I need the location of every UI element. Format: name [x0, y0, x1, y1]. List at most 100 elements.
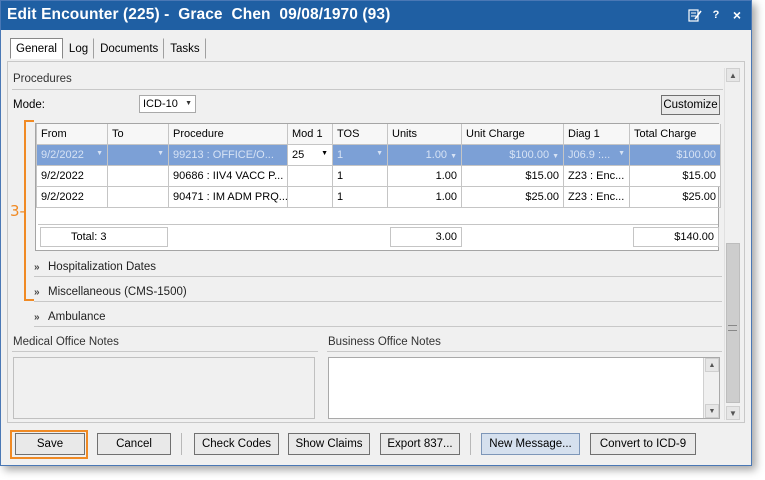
cell-to[interactable]: ▼: [107, 143, 169, 166]
cell-tos[interactable]: 1: [332, 185, 388, 208]
general-pane: Procedures Mode: ICD-10 ▼ Customize 3- F…: [7, 61, 745, 423]
cell-procedure[interactable]: 90471 : IM ADM PRQ...: [168, 185, 288, 208]
tab-log[interactable]: Log: [63, 38, 95, 59]
scroll-thumb[interactable]: [726, 243, 740, 403]
customize-button[interactable]: Customize: [661, 95, 720, 115]
mode-label: Mode:: [13, 99, 45, 111]
cell-from[interactable]: 9/2/2022 ▼: [36, 143, 108, 166]
divider: [327, 351, 722, 352]
cell-diag1[interactable]: J06.9 :... ▼: [563, 143, 630, 166]
cell-mod1[interactable]: [287, 185, 333, 208]
close-icon[interactable]: ×: [730, 8, 744, 22]
edit-notes-icon[interactable]: [688, 8, 702, 22]
mode-select-value: ICD-10: [143, 98, 178, 110]
grid-header-row: From To Procedure Mod 1 TOS Units Unit C…: [36, 124, 721, 145]
scroll-up-icon[interactable]: ▲: [705, 358, 719, 372]
export-837-button[interactable]: Export 837...: [380, 433, 460, 455]
cell-diag1[interactable]: Z23 : Enc...: [563, 185, 630, 208]
divider: [12, 89, 723, 90]
chevron-down-icon: ▼: [321, 149, 328, 157]
callout-label: 3-: [10, 202, 25, 220]
window-title: Edit Encounter (225) - Grace Chen 09/08/…: [7, 6, 391, 23]
column-header-mod1[interactable]: Mod 1: [287, 124, 333, 145]
column-header-to[interactable]: To: [107, 124, 169, 145]
chevron-down-icon: ▼: [157, 149, 164, 157]
double-chevron-down-icon: »: [34, 312, 40, 323]
medical-office-notes[interactable]: [13, 357, 315, 419]
cell-units[interactable]: 1.00: [387, 164, 462, 187]
cell-to[interactable]: [107, 164, 169, 187]
column-header-unit-charge[interactable]: Unit Charge: [461, 124, 564, 145]
cell-total-charge[interactable]: $25.00: [629, 185, 721, 208]
total-units: 3.00: [390, 227, 462, 247]
column-header-units[interactable]: Units: [387, 124, 462, 145]
column-header-total-charge[interactable]: Total Charge: [629, 124, 721, 145]
mode-select[interactable]: ICD-10 ▼: [139, 95, 196, 113]
totals-row: Total: 3 3.00 $140.00: [38, 224, 719, 248]
cell-procedure[interactable]: 90686 : IIV4 VACC P...: [168, 164, 288, 187]
divider: [470, 433, 471, 455]
convert-icd9-button[interactable]: Convert to ICD-9: [590, 433, 696, 455]
scroll-up-icon[interactable]: ▲: [726, 68, 740, 82]
section-label: Ambulance: [48, 311, 106, 323]
cell-unit-charge[interactable]: $15.00: [461, 164, 564, 187]
cell-diag1[interactable]: Z23 : Enc...: [563, 164, 630, 187]
check-codes-button[interactable]: Check Codes: [194, 433, 279, 455]
cell-unit-charge[interactable]: $100.00 ▼: [461, 143, 564, 166]
table-row[interactable]: 9/2/2022 90471 : IM ADM PRQ... 1 1.00 $2…: [36, 185, 721, 208]
button-bar: Save Cancel Check Codes Show Claims Expo…: [1, 427, 751, 465]
divider: [34, 326, 722, 327]
total-count: Total: 3: [40, 227, 168, 247]
scroll-down-icon[interactable]: ▼: [726, 406, 740, 420]
cell-mod1[interactable]: 25 ▼: [287, 143, 333, 166]
cell-unit-charge[interactable]: $25.00: [461, 185, 564, 208]
chevron-down-icon: ▼: [618, 149, 625, 157]
notes-scrollbar[interactable]: ▲ ▼: [703, 358, 719, 418]
section-label: Hospitalization Dates: [48, 261, 157, 273]
section-label: Miscellaneous (CMS-1500): [48, 286, 187, 298]
chevron-down-icon: ▼: [376, 149, 383, 157]
table-row[interactable]: 9/2/2022 90686 : IIV4 VACC P... 1 1.00 $…: [36, 164, 721, 187]
tab-documents[interactable]: Documents: [94, 38, 165, 59]
tab-strip: General Log Documents Tasks: [10, 38, 206, 60]
grip-icon: [728, 325, 737, 331]
scroll-down-icon[interactable]: ▼: [705, 404, 719, 418]
cell-to[interactable]: [107, 185, 169, 208]
business-office-notes[interactable]: ▲ ▼: [328, 357, 720, 419]
procedures-grid: From To Procedure Mod 1 TOS Units Unit C…: [35, 123, 721, 251]
edit-encounter-window: Edit Encounter (225) - Grace Chen 09/08/…: [0, 0, 752, 466]
cancel-button[interactable]: Cancel: [97, 433, 171, 455]
tab-tasks[interactable]: Tasks: [164, 38, 206, 59]
total-charge: $140.00: [633, 227, 719, 247]
cell-total-charge[interactable]: $100.00: [629, 143, 721, 166]
cell-from[interactable]: 9/2/2022: [36, 164, 108, 187]
chevron-down-icon: ▼: [96, 149, 103, 157]
pane-scrollbar[interactable]: ▲ ▼: [724, 68, 740, 420]
double-chevron-down-icon: »: [34, 262, 40, 273]
business-notes-label: Business Office Notes: [328, 336, 441, 348]
column-header-from[interactable]: From: [36, 124, 108, 145]
chevron-down-icon: ▼: [450, 152, 457, 160]
title-bar: Edit Encounter (225) - Grace Chen 09/08/…: [1, 1, 751, 30]
cell-procedure[interactable]: 99213 : OFFICE/O...: [168, 143, 288, 166]
cell-tos[interactable]: 1 ▼: [332, 143, 388, 166]
column-header-tos[interactable]: TOS: [332, 124, 388, 145]
cell-units[interactable]: 1.00 ▼: [387, 143, 462, 166]
cell-from[interactable]: 9/2/2022: [36, 185, 108, 208]
column-header-procedure[interactable]: Procedure: [168, 124, 288, 145]
cell-units[interactable]: 1.00: [387, 185, 462, 208]
show-claims-button[interactable]: Show Claims: [288, 433, 370, 455]
tab-general[interactable]: General: [10, 38, 63, 59]
table-row[interactable]: 9/2/2022 ▼ ▼ 99213 : OFFICE/O... 25 ▼ 1 ▼ 1…: [36, 143, 721, 166]
procedures-section-title: Procedures: [13, 73, 72, 85]
help-icon[interactable]: ?: [709, 8, 723, 22]
column-header-diag1[interactable]: Diag 1: [563, 124, 630, 145]
cell-mod1[interactable]: [287, 164, 333, 187]
divider: [34, 276, 722, 277]
cell-tos[interactable]: 1: [332, 164, 388, 187]
cell-total-charge[interactable]: $15.00: [629, 164, 721, 187]
new-message-button[interactable]: New Message...: [481, 433, 580, 455]
chevron-down-icon: ▼: [185, 100, 192, 107]
divider: [181, 433, 182, 455]
medical-notes-label: Medical Office Notes: [13, 336, 119, 348]
